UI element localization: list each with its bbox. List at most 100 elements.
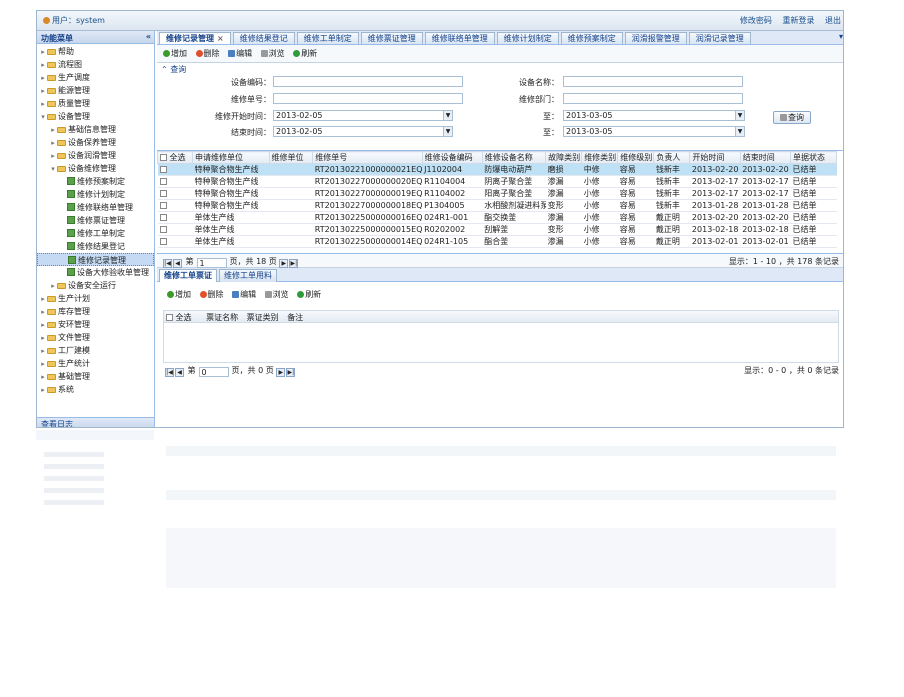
add-button[interactable]: 增加 [163, 48, 187, 59]
tab-item[interactable]: 维修工单制定 [296, 32, 359, 44]
row-checkbox-cell[interactable] [157, 199, 193, 212]
device-name-field[interactable] [563, 76, 743, 87]
sidebar-item[interactable]: 维修记录管理 [37, 253, 154, 266]
row-checkbox-cell[interactable] [157, 163, 193, 176]
change-password-link[interactable]: 修改密码 [740, 16, 772, 25]
column-header[interactable]: 维修级别 [617, 151, 655, 164]
select-all-header[interactable]: 全选 [157, 151, 193, 164]
sub-delete-button[interactable]: 删除 [199, 289, 224, 300]
sidebar-item[interactable]: ▾ 设备维修管理 [37, 162, 154, 175]
sidebar-item[interactable]: ▸ 生产调度 [37, 71, 154, 84]
column-header[interactable]: 单据状态 [789, 151, 838, 164]
row-checkbox-cell[interactable] [157, 175, 193, 188]
checkbox-icon[interactable] [159, 214, 167, 221]
sub-refresh-button[interactable]: 刷新 [297, 289, 321, 300]
sidebar-item[interactable]: 维修工单制定 [37, 227, 154, 240]
table-row[interactable]: 特种聚合物生产线 RT20130227000000020EQ R1104004 阴离子… [157, 175, 837, 188]
query-button[interactable]: 查询 [773, 111, 811, 124]
checkbox-icon[interactable] [159, 226, 167, 233]
page-input[interactable]: 1 [196, 258, 227, 268]
table-row[interactable]: 单体生产线 RT20130225000000014EQ 024R1-105 酯合釜 渗漏… [157, 235, 837, 248]
row-checkbox-cell[interactable] [157, 235, 193, 248]
sidebar-item[interactable]: 维修计划制定 [37, 188, 154, 201]
sub-col-header[interactable]: 备注 [287, 313, 303, 322]
tab-item[interactable]: 维修结果登记 [232, 32, 295, 44]
sidebar-item[interactable]: 维修票证管理 [37, 214, 154, 227]
column-header[interactable]: 维修设备名称 [481, 151, 547, 164]
sidebar-item[interactable]: ▸ 生产计划 [37, 292, 154, 305]
collapse-query-icon[interactable]: ⌃ [161, 65, 168, 74]
sidebar-item[interactable]: ▸ 设备安全运行 [37, 279, 154, 292]
table-row[interactable]: 单体生产线 RT20130225000000016EQ 024R1-001 酯交换釜渗… [157, 211, 837, 224]
expand-arrow-icon[interactable]: ▸ [39, 384, 47, 397]
column-header[interactable]: 维修类别 [581, 151, 619, 164]
sub-select-all[interactable]: 全选 [166, 313, 198, 322]
sidebar-item[interactable]: 维修联络单管理 [37, 201, 154, 214]
sidebar-item[interactable]: ▸ 帮助 [37, 45, 154, 58]
first-page-icon[interactable]: |◀ [163, 259, 172, 268]
table-row[interactable]: 特种聚合物生产线 RT20130227000000019EQ R1104002 阳离子… [157, 187, 837, 200]
start-time-to-field[interactable]: 2013-03-05 ▼ [563, 110, 745, 121]
sub-view-button[interactable]: 浏览 [264, 289, 289, 300]
view-button[interactable]: 浏览 [260, 48, 285, 59]
sub-col-header[interactable]: 票证类别 [247, 313, 279, 322]
tab-item[interactable]: 润滑记录管理 [688, 32, 751, 44]
delete-button[interactable]: 删除 [195, 48, 220, 59]
sidebar-item[interactable]: ▸ 文件管理 [37, 331, 154, 344]
calendar-dropdown-icon[interactable]: ▼ [443, 111, 452, 120]
sidebar-item[interactable]: 维修结果登记 [37, 240, 154, 253]
sidebar-item[interactable]: ▸ 生产统计 [37, 357, 154, 370]
sidebar-item[interactable]: ▸ 工厂建模 [37, 344, 154, 357]
checkbox-icon[interactable] [159, 202, 167, 209]
prev-page-icon[interactable]: ◀ [173, 259, 182, 268]
checkbox-icon[interactable] [159, 190, 167, 197]
checkbox-icon[interactable] [159, 238, 167, 245]
last-page-icon[interactable]: ▶| [286, 368, 296, 377]
sub-edit-button[interactable]: 编辑 [232, 289, 256, 300]
sidebar-item[interactable]: 设备大修验收单管理 [37, 266, 154, 279]
tab-item[interactable]: 维修联络单管理 [424, 32, 495, 44]
refresh-button[interactable]: 刷新 [293, 48, 317, 59]
calendar-dropdown-icon[interactable]: ▼ [443, 127, 452, 136]
sub-page-input[interactable]: 0 [198, 367, 229, 377]
sidebar-item[interactable]: ▸ 流程图 [37, 58, 154, 71]
relogin-link[interactable]: 重新登录 [782, 16, 814, 25]
start-time-from-field[interactable]: 2013-02-05 ▼ [273, 110, 453, 121]
column-header[interactable]: 申请维修单位 [191, 151, 270, 164]
checkbox-icon[interactable] [159, 166, 167, 173]
column-header[interactable]: 维修单位 [268, 151, 314, 164]
column-header[interactable]: 维修设备编码 [421, 151, 483, 164]
sidebar-item[interactable]: ▸ 库存管理 [37, 305, 154, 318]
tab-item[interactable]: 润滑报警管理 [624, 32, 687, 44]
first-page-icon[interactable]: |◀ [165, 368, 174, 377]
next-page-icon[interactable]: ▶ [276, 368, 286, 377]
sidebar-item[interactable]: ▸ 系统 [37, 383, 154, 396]
calendar-dropdown-icon[interactable]: ▼ [735, 111, 744, 120]
end-time-to-field[interactable]: 2013-03-05 ▼ [563, 126, 745, 137]
edit-button[interactable]: 编辑 [228, 48, 252, 59]
column-header[interactable]: 故障类别 [545, 151, 583, 164]
sub-add-button[interactable]: 增加 [167, 289, 191, 300]
sidebar-item[interactable]: ▸ 基础管理 [37, 370, 154, 383]
table-row[interactable]: 特种聚合物生产线 RT20130227000000018EQ P1304005 水相酸… [157, 199, 837, 212]
logout-link[interactable]: 退出 [825, 16, 841, 25]
column-header[interactable]: 开始时间 [689, 151, 741, 164]
sidebar-item[interactable]: ▸ 基础信息管理 [37, 123, 154, 136]
tab-item[interactable]: 维修预案制定 [560, 32, 623, 44]
tab-repair-material[interactable]: 维修工单用料 [219, 269, 277, 282]
tab-menu-icon[interactable]: ▾ [839, 32, 843, 41]
device-code-field[interactable] [273, 76, 463, 87]
collapse-icon[interactable]: « [146, 32, 151, 41]
column-header[interactable]: 结束时间 [739, 151, 791, 164]
sidebar-item[interactable]: 维修预案制定 [37, 175, 154, 188]
row-checkbox-cell[interactable] [157, 211, 193, 224]
sidebar-item[interactable]: ▸ 能源管理 [37, 84, 154, 97]
column-header[interactable]: 负责人 [653, 151, 691, 164]
end-time-from-field[interactable]: 2013-02-05 ▼ [273, 126, 453, 137]
prev-page-icon[interactable]: ◀ [175, 368, 184, 377]
sub-col-header[interactable]: 票证名称 [206, 313, 238, 322]
last-page-icon[interactable]: ▶| [289, 259, 299, 268]
calendar-dropdown-icon[interactable]: ▼ [735, 127, 744, 136]
row-checkbox-cell[interactable] [157, 223, 193, 236]
sidebar-item[interactable]: ▸ 质量管理 [37, 97, 154, 110]
